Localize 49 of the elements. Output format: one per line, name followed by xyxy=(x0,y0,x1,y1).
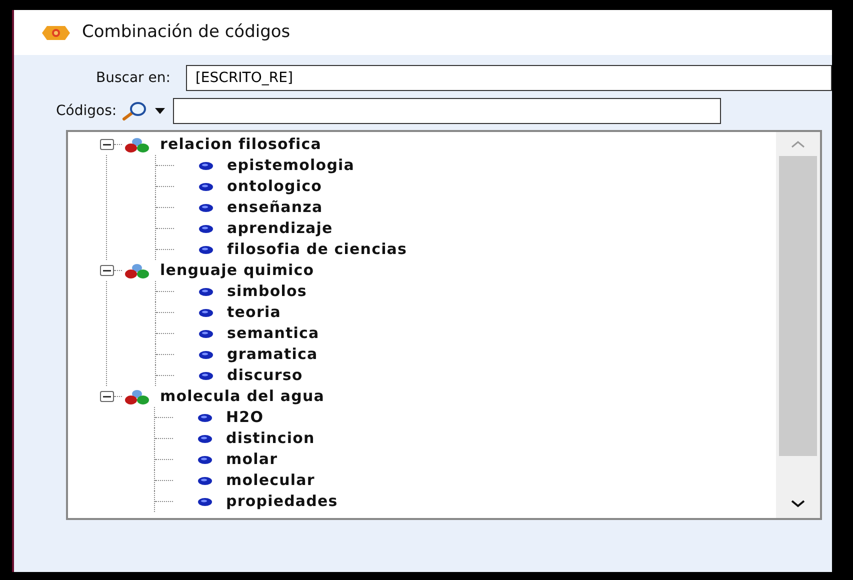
expander-icon[interactable] xyxy=(100,139,114,150)
code-icon xyxy=(198,498,212,506)
expander-icon[interactable] xyxy=(100,265,114,276)
code-icon xyxy=(199,308,213,316)
window-title: Combinación de códigos xyxy=(82,20,290,44)
scroll-thumb[interactable] xyxy=(779,156,817,456)
code-icon xyxy=(199,204,213,212)
tree-item[interactable]: lenguaje quimico xyxy=(160,259,314,282)
caret-icon[interactable] xyxy=(154,108,165,114)
tree-item[interactable]: semantica xyxy=(227,322,320,345)
search-in-field[interactable]: [ESCRITO_RE] xyxy=(186,65,832,91)
tree-item[interactable]: molecular xyxy=(226,469,315,492)
search-icon[interactable] xyxy=(120,101,147,121)
tree-item[interactable]: epistemologia xyxy=(227,154,355,177)
app-icon xyxy=(42,24,70,40)
code-icon xyxy=(198,456,212,464)
tree-item[interactable]: molecula del agua xyxy=(160,385,324,408)
code-family-icon xyxy=(124,388,150,404)
code-icon xyxy=(199,246,213,254)
code-family-icon xyxy=(124,262,150,278)
code-icon xyxy=(199,350,213,358)
tree-item[interactable]: propiedades xyxy=(226,490,338,513)
tree-item[interactable]: discurso xyxy=(227,364,303,387)
code-icon xyxy=(199,162,213,170)
tree-item[interactable]: molar xyxy=(226,448,278,471)
tree-item[interactable]: ontologico xyxy=(227,175,322,198)
code-icon xyxy=(199,330,213,338)
tree-item[interactable]: filosofia de ciencias xyxy=(227,238,408,261)
code-icon xyxy=(199,182,213,190)
tree-item[interactable]: enseñanza xyxy=(227,196,323,219)
tree-item[interactable]: teoria xyxy=(227,301,281,324)
field-label: Códigos: xyxy=(56,102,117,120)
code-icon xyxy=(199,372,213,380)
tree-item[interactable]: simbolos xyxy=(227,280,307,303)
tree-item[interactable]: relacion filosofica xyxy=(160,133,322,156)
tree-item[interactable]: distincion xyxy=(226,427,315,450)
code-family-icon xyxy=(124,136,150,152)
tree-item[interactable]: gramatica xyxy=(227,343,318,366)
code-icon xyxy=(198,414,212,422)
code-icon xyxy=(198,434,212,442)
tree-item[interactable]: aprendizaje xyxy=(227,217,333,240)
scroll-down-icon[interactable] xyxy=(791,500,805,508)
codes-field[interactable] xyxy=(172,98,721,124)
expander-icon[interactable] xyxy=(100,391,114,402)
code-icon xyxy=(198,476,212,484)
tree-item[interactable]: H2O xyxy=(226,406,264,429)
code-icon xyxy=(199,224,213,232)
code-icon xyxy=(199,288,213,296)
field-label: Buscar en: xyxy=(96,68,170,88)
